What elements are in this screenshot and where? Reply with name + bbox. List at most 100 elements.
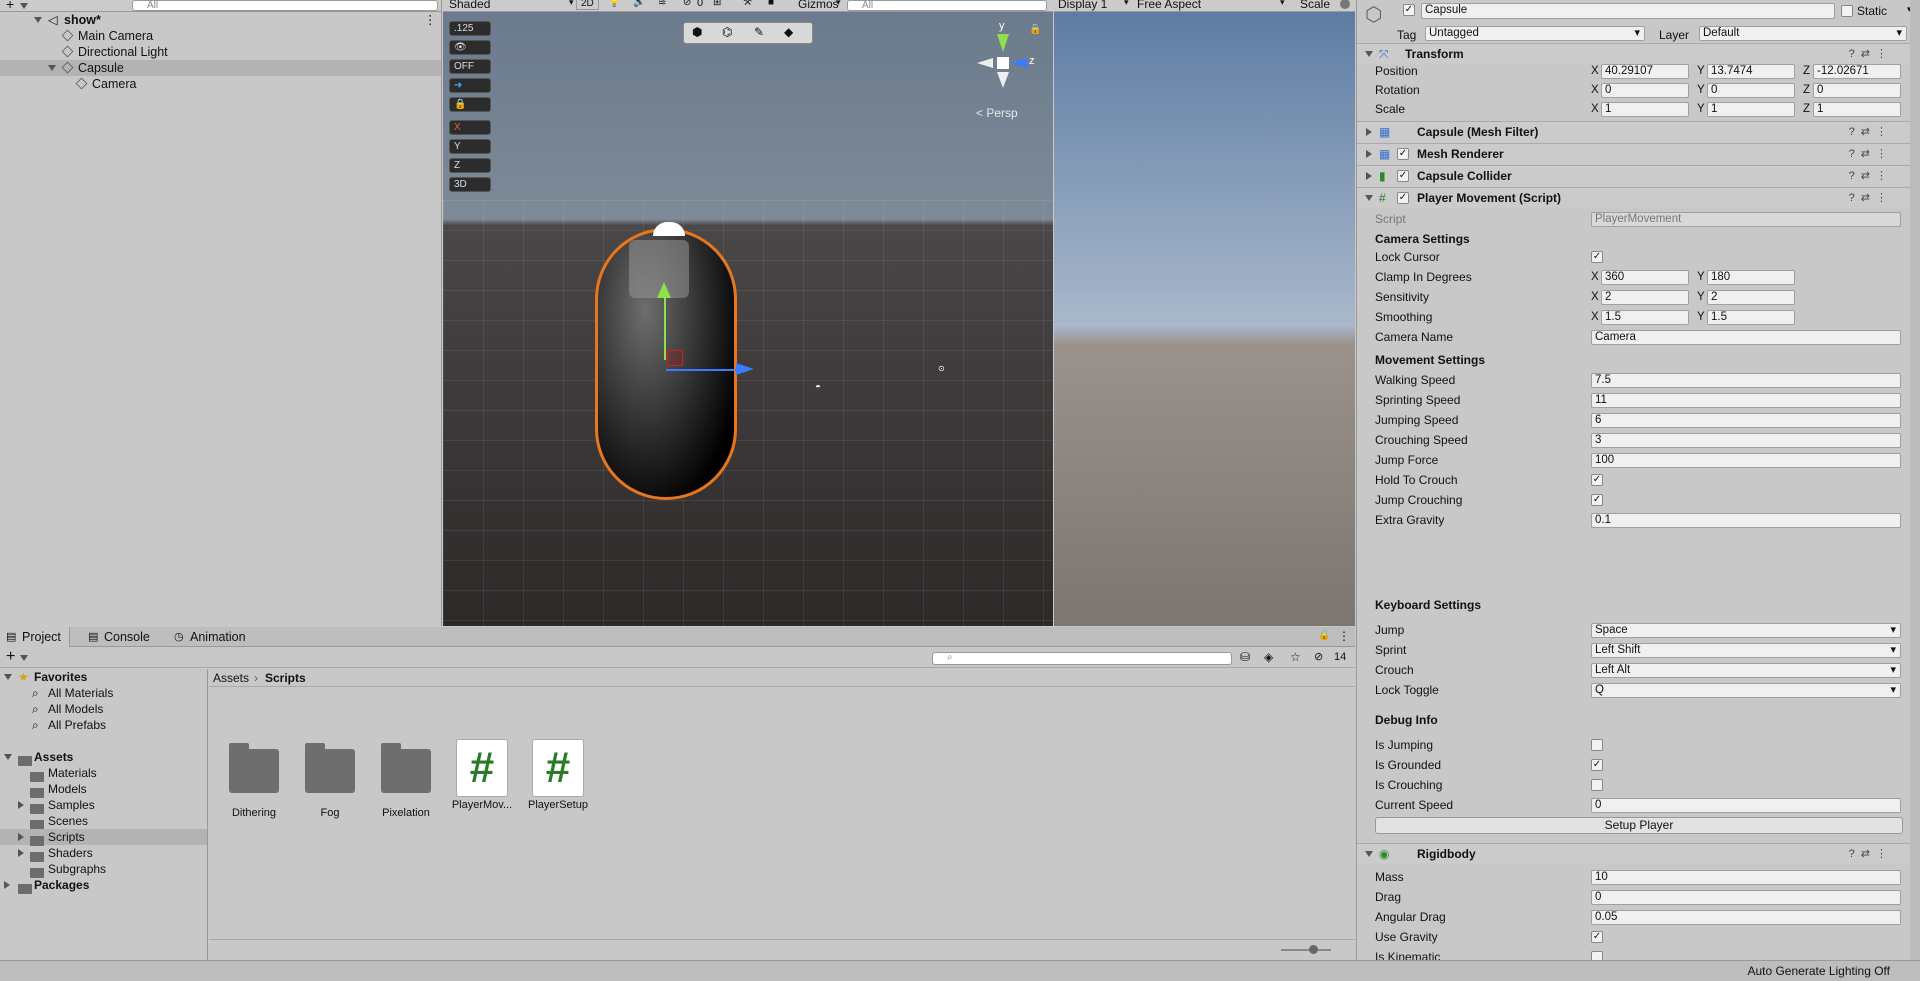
object-name-field[interactable]: Capsule (1421, 3, 1835, 19)
tab-console[interactable]: ▤ Console (82, 627, 158, 647)
breadcrumb-item[interactable]: Assets (213, 669, 249, 687)
expand-icon[interactable] (34, 17, 42, 23)
expand-icon[interactable] (1365, 851, 1373, 857)
component-header-icons[interactable]: ?⇄⋮ (1849, 188, 1893, 208)
z-arrow-head[interactable] (736, 363, 754, 375)
collapse-icon[interactable] (18, 801, 24, 809)
chevron-down-icon[interactable] (20, 3, 28, 9)
collapse-icon[interactable] (18, 833, 24, 841)
lock-toggle[interactable]: 🔒 (449, 97, 491, 112)
scene-row[interactable]: ◁ show* ⋮ (0, 12, 441, 28)
zoom-slider-track[interactable] (1281, 949, 1331, 951)
component-header-icons[interactable]: ?⇄⋮ (1849, 44, 1893, 64)
smoothing-x-field[interactable]: 1.5 (1601, 310, 1689, 325)
camera-icon[interactable]: ■ (768, 0, 774, 8)
3d-toggle[interactable]: 3D (449, 177, 491, 192)
hierarchy-item[interactable]: Directional Light (0, 44, 441, 60)
position-y-field[interactable]: 13.7474 (1707, 64, 1795, 79)
rotation-z-field[interactable]: 0 (1813, 83, 1901, 98)
asset-tile[interactable]: Fog (295, 739, 365, 819)
expand-icon[interactable] (48, 65, 56, 71)
collapse-icon[interactable] (1366, 150, 1372, 158)
jump-force-field[interactable]: 100 (1591, 453, 1901, 468)
asset-tile[interactable]: Pixelation (371, 739, 441, 819)
y-axis-handle[interactable] (664, 290, 666, 360)
x-axis-toggle[interactable]: X (449, 120, 491, 135)
transform-header[interactable]: ⤧ Transform ?⇄⋮ (1357, 43, 1920, 64)
asset-folder[interactable]: Materials (0, 765, 207, 782)
asset-folder[interactable]: Models (0, 781, 207, 798)
jump-crouching-checkbox[interactable]: ✓ (1591, 494, 1603, 506)
more-icon[interactable]: ⋮ (1338, 629, 1350, 643)
lighting-status[interactable]: Auto Generate Lighting Off (1747, 964, 1890, 978)
edit-tool-icon[interactable]: ✎ (754, 25, 764, 39)
scale-x-field[interactable]: 1 (1601, 102, 1689, 117)
smoothing-y-field[interactable]: 1.5 (1707, 310, 1795, 325)
capsule-collider-enabled-checkbox[interactable]: ✓ (1397, 170, 1409, 182)
current-speed-field[interactable]: 0 (1591, 798, 1901, 813)
z-axis-cone[interactable] (1011, 58, 1027, 68)
static-checkbox[interactable] (1841, 5, 1853, 17)
asset-folder-selected[interactable]: Scripts (0, 829, 207, 846)
breadcrumb-item[interactable]: Scripts (265, 669, 306, 687)
hierarchy-item[interactable]: Camera (0, 76, 441, 92)
asset-folder[interactable]: Shaders (0, 845, 207, 862)
chevron-down-icon[interactable] (20, 655, 28, 661)
toggle-2d-button[interactable]: 2D (576, 0, 599, 10)
favorite-icon[interactable]: ☆ (1290, 650, 1301, 664)
favorites-row[interactable]: ★ Favorites (0, 669, 207, 685)
y-axis-toggle[interactable]: Y (449, 139, 491, 154)
hold-to-crouch-checkbox[interactable]: ✓ (1591, 474, 1603, 486)
light-icon[interactable]: 💡 (608, 0, 620, 8)
mesh-renderer-enabled-checkbox[interactable]: ✓ (1397, 148, 1409, 160)
shading-mode-dropdown[interactable]: Shaded (449, 0, 490, 11)
collapse-icon[interactable] (1366, 128, 1372, 136)
expand-icon[interactable] (4, 674, 12, 680)
use-gravity-checkbox[interactable]: ✓ (1591, 931, 1603, 943)
scene-search-input[interactable]: All (847, 0, 1047, 11)
more-icon[interactable]: ⋮ (424, 12, 437, 28)
favorite-item[interactable]: ⌕ All Prefabs (0, 717, 207, 733)
camera-name-field[interactable]: Camera (1591, 330, 1901, 345)
component-header-icons[interactable]: ?⇄⋮ (1849, 844, 1893, 864)
is-jumping-checkbox[interactable] (1591, 739, 1603, 751)
expand-icon[interactable] (4, 754, 12, 760)
mesh-renderer-header[interactable]: ▦ ✓ Mesh Renderer ?⇄⋮ (1357, 143, 1920, 164)
label-icon[interactable]: ◈ (1264, 650, 1273, 664)
hidden-packages-icon[interactable]: ⊘ (1314, 650, 1323, 663)
tab-animation[interactable]: ◷ Animation (168, 627, 254, 647)
tag-dropdown[interactable]: Untagged (1425, 26, 1645, 41)
game-view[interactable]: Display 1 ▾ Free Aspect ▾ Scale (1054, 0, 1355, 626)
asset-folder[interactable]: Samples (0, 797, 207, 814)
mass-field[interactable]: 10 (1591, 870, 1901, 885)
is-grounded-checkbox[interactable]: ✓ (1591, 759, 1603, 771)
script-enabled-checkbox[interactable]: ✓ (1397, 192, 1409, 204)
project-search-input[interactable]: ⌕ (932, 652, 1232, 665)
clamp-x-field[interactable]: 360 (1601, 270, 1689, 285)
asset-tile[interactable]: # PlayerSetup (523, 739, 593, 811)
lock-icon[interactable]: 🔒 (1318, 630, 1330, 641)
audio-icon[interactable]: 🔊 (633, 0, 645, 8)
add-icon[interactable]: + (6, 648, 15, 666)
grid-move-toggle[interactable]: ➜ (449, 78, 491, 93)
effects-icon[interactable]: ≋ (658, 0, 666, 8)
add-icon[interactable]: + (6, 0, 14, 12)
extra-gravity-field[interactable]: 0.1 (1591, 513, 1901, 528)
chevron-down-icon[interactable]: ▾ (836, 0, 841, 8)
capsule-collider-header[interactable]: ▮ ✓ Capsule Collider ?⇄⋮ (1357, 165, 1920, 186)
walking-speed-field[interactable]: 7.5 (1591, 373, 1901, 388)
pivot-tool-icon[interactable]: ⌬ (722, 25, 732, 39)
position-x-field[interactable]: 40.29107 (1601, 64, 1689, 79)
layer-dropdown[interactable]: Default (1699, 26, 1907, 41)
sprint-key-dropdown[interactable]: Left Shift (1591, 643, 1901, 658)
collapse-icon[interactable] (18, 849, 24, 857)
hierarchy-item-selected[interactable]: Capsule (0, 60, 441, 76)
aspect-dropdown[interactable]: Free Aspect (1137, 0, 1201, 11)
chevron-down-icon[interactable]: ▾ (1280, 0, 1285, 8)
inspector-scrollbar[interactable] (1910, 0, 1920, 960)
packages-row[interactable]: Packages (0, 877, 207, 894)
rotation-y-field[interactable]: 0 (1707, 83, 1795, 98)
setup-player-button[interactable]: Setup Player (1375, 817, 1903, 834)
is-crouching-checkbox[interactable] (1591, 779, 1603, 791)
sensitivity-y-field[interactable]: 2 (1707, 290, 1795, 305)
